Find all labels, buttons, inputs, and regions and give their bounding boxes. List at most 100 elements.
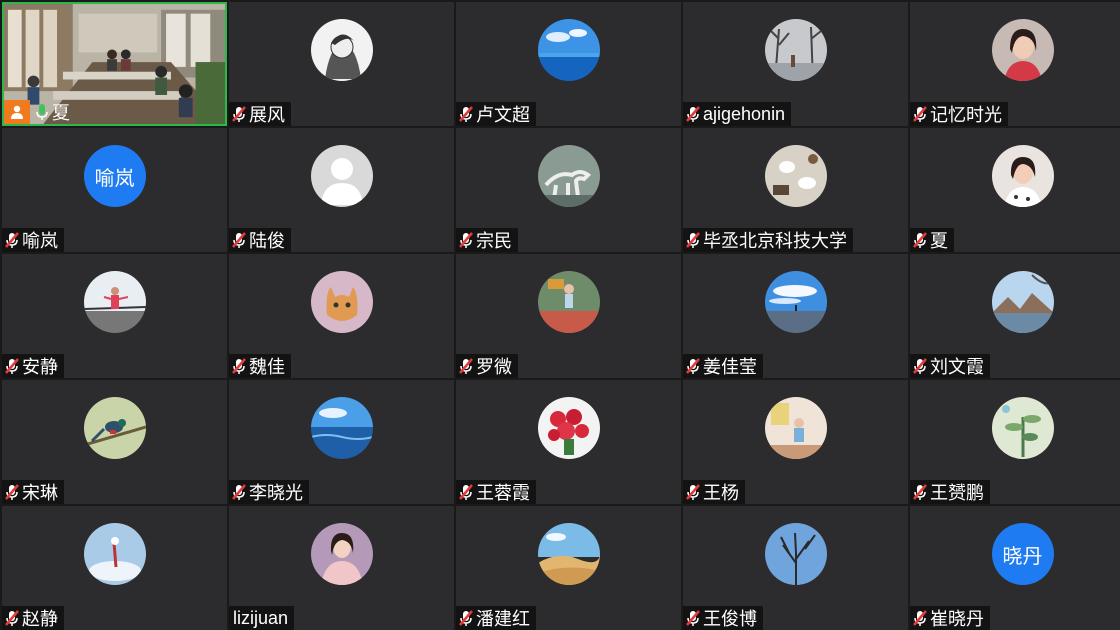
plant-illustration-photo <box>991 397 1054 459</box>
participant-tile[interactable]: 安静 <box>2 254 227 378</box>
anime-boy-photo <box>310 19 373 81</box>
mic-muted-icon <box>685 357 701 375</box>
participant-name: 宋琳 <box>22 483 58 503</box>
participant-name-bar: 毕丞北京科技大学 <box>683 228 853 252</box>
participant-name-bar: 展风 <box>229 102 291 126</box>
participant-name: 安静 <box>22 357 58 377</box>
participant-name: 姜佳莹 <box>703 357 757 377</box>
participant-name-bar: 陆俊 <box>229 228 291 252</box>
ocean-sky-photo <box>537 19 600 81</box>
participant-tile[interactable]: 展风 <box>229 2 454 126</box>
mic-muted-icon <box>685 231 701 249</box>
participant-tile[interactable]: 宋琳 <box>2 380 227 504</box>
child-room-photo <box>764 397 827 459</box>
participant-tile[interactable]: 姜佳莹 <box>683 254 908 378</box>
snow-sky-photo <box>83 523 146 585</box>
participant-tile[interactable]: 李晓光 <box>229 380 454 504</box>
participant-tile[interactable]: 记忆时光 <box>910 2 1120 126</box>
red-roses-photo <box>537 397 600 459</box>
participant-name-bar: lizijuan <box>229 606 295 630</box>
ocean-horizon-photo <box>310 397 373 459</box>
bare-tree-photo <box>764 523 827 585</box>
participant-name: 崔晓丹 <box>930 609 984 629</box>
participant-name: 夏 <box>52 103 70 123</box>
participant-name-bar: 夏 <box>4 100 76 124</box>
participant-tile[interactable]: 陆俊 <box>229 128 454 252</box>
participant-name-bar: 崔晓丹 <box>910 606 990 630</box>
participant-name-bar: 夏 <box>910 228 954 252</box>
text-avatar: 喻岚 <box>83 145 146 207</box>
participant-name: 宗民 <box>476 231 512 251</box>
self-person-icon <box>4 100 30 124</box>
blue-sky-field-photo <box>764 271 827 333</box>
participant-tile[interactable]: 潘建红 <box>456 506 681 630</box>
mic-muted-icon <box>231 105 247 123</box>
mic-muted-icon <box>231 231 247 249</box>
participant-name-bar: 宗民 <box>456 228 518 252</box>
participant-name: lizijuan <box>233 607 289 628</box>
participant-name: 潘建红 <box>476 609 530 629</box>
mountain-lake-photo <box>991 271 1054 333</box>
bird-branch-photo <box>83 397 146 459</box>
participant-name-bar: 卢文超 <box>456 102 536 126</box>
participant-name: 陆俊 <box>249 231 285 251</box>
participant-name: ajigehonin <box>703 103 786 124</box>
participant-grid: 夏展风 卢文超 ajigehonin 记忆时光 喻岚 喻岚 陆俊 宗民 毕丞北京科技大学夏安静魏… <box>0 0 1120 630</box>
participant-name: 罗微 <box>476 357 512 377</box>
mic-muted-icon <box>4 483 20 501</box>
participant-tile[interactable]: 夏 <box>910 128 1120 252</box>
mic-muted-icon <box>458 357 474 375</box>
text-avatar: 晓丹 <box>991 523 1054 585</box>
participant-tile[interactable]: 喻岚 喻岚 <box>2 128 227 252</box>
participant-name-bar: 魏佳 <box>229 354 291 378</box>
participant-name: 王蓉霞 <box>476 483 530 503</box>
participant-name-bar: 王俊博 <box>683 606 763 630</box>
participant-tile[interactable]: 王杨 <box>683 380 908 504</box>
participant-tile[interactable]: ajigehonin <box>683 2 908 126</box>
participant-tile[interactable]: 王蓉霞 <box>456 380 681 504</box>
mic-muted-icon <box>912 105 928 123</box>
participant-tile[interactable]: 赵静 <box>2 506 227 630</box>
participant-name: 赵静 <box>22 609 58 629</box>
mic-on-icon[interactable] <box>34 103 50 121</box>
woman-smiling-photo <box>991 145 1054 207</box>
participant-tile[interactable]: 魏佳 <box>229 254 454 378</box>
participant-name-bar: 姜佳莹 <box>683 354 763 378</box>
participant-name-bar: 喻岚 <box>2 228 64 252</box>
participant-name-bar: 潘建红 <box>456 606 536 630</box>
mic-muted-icon <box>231 483 247 501</box>
desert-dunes-photo <box>537 523 600 585</box>
participant-name: 魏佳 <box>249 357 285 377</box>
woman-portrait-photo <box>991 19 1054 81</box>
participant-tile[interactable]: lizijuan <box>229 506 454 630</box>
participant-tile[interactable]: 宗民 <box>456 128 681 252</box>
participant-tile[interactable]: 刘文霞 <box>910 254 1120 378</box>
mic-muted-icon <box>458 105 474 123</box>
participant-name-bar: 王蓉霞 <box>456 480 536 504</box>
mic-muted-icon <box>912 483 928 501</box>
participant-name-bar: 刘文霞 <box>910 354 990 378</box>
mic-muted-icon <box>458 231 474 249</box>
self-video-tile[interactable]: 夏 <box>2 2 227 126</box>
participant-name: 刘文霞 <box>930 357 984 377</box>
participant-name-bar: ajigehonin <box>683 102 792 126</box>
default-user-photo <box>310 145 373 207</box>
mic-muted-icon <box>4 231 20 249</box>
cat-photo <box>310 271 373 333</box>
participant-tile[interactable]: 晓丹崔晓丹 <box>910 506 1120 630</box>
participant-name: 记忆时光 <box>930 105 1002 125</box>
participant-tile[interactable]: 王赟鹏 <box>910 380 1120 504</box>
participant-name-bar: 王赟鹏 <box>910 480 990 504</box>
mic-muted-icon <box>458 609 474 627</box>
child-playground-photo <box>537 271 600 333</box>
participant-name-bar: 赵静 <box>2 606 64 630</box>
mic-muted-icon <box>4 609 20 627</box>
mic-muted-icon <box>685 483 701 501</box>
participant-tile[interactable]: 毕丞北京科技大学 <box>683 128 908 252</box>
participant-tile[interactable]: 王俊博 <box>683 506 908 630</box>
mic-muted-icon <box>685 105 701 123</box>
participant-tile[interactable]: 卢文超 <box>456 2 681 126</box>
participant-tile[interactable]: 罗微 <box>456 254 681 378</box>
participant-name: 李晓光 <box>249 483 303 503</box>
participant-name-bar: 罗微 <box>456 354 518 378</box>
